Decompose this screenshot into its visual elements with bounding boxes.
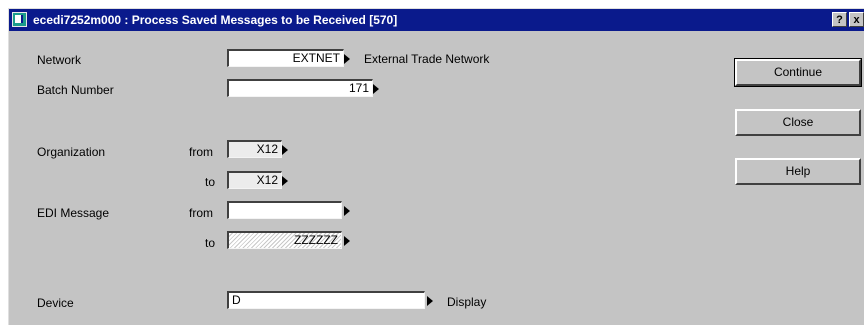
edi-message-to-field[interactable]: ZZZZZZ: [227, 231, 342, 249]
title-bar[interactable]: ecedi7252m000 : Process Saved Messages t…: [9, 9, 864, 31]
organization-to-zoom-arrow-icon[interactable]: [282, 176, 288, 186]
organization-from-label: from: [189, 145, 213, 159]
window-title: ecedi7252m000 : Process Saved Messages t…: [33, 13, 398, 27]
device-description: Display: [447, 295, 487, 309]
continue-button[interactable]: Continue: [734, 58, 862, 87]
help-button[interactable]: Help: [735, 158, 861, 185]
title-close-button[interactable]: x: [849, 12, 864, 27]
edi-message-from-zoom-arrow-icon[interactable]: [344, 206, 350, 216]
network-zoom-arrow-icon[interactable]: [344, 54, 350, 64]
organization-to-field[interactable]: X12: [227, 171, 282, 189]
device-field[interactable]: D: [227, 291, 425, 309]
network-label: Network: [37, 53, 82, 67]
organization-from-field[interactable]: X12: [227, 140, 282, 158]
network-field[interactable]: EXTNET: [227, 49, 344, 67]
organization-from-zoom-arrow-icon[interactable]: [282, 145, 288, 155]
title-help-button[interactable]: ?: [832, 12, 847, 27]
dialog-window: ecedi7252m000 : Process Saved Messages t…: [8, 8, 864, 325]
close-button[interactable]: Close: [735, 109, 861, 136]
edi-message-label: EDI Message: [37, 206, 110, 220]
edi-message-from-field[interactable]: [227, 201, 342, 219]
organization-to-label: to: [205, 175, 216, 189]
batch-number-zoom-arrow-icon[interactable]: [373, 84, 379, 94]
batch-number-label: Batch Number: [37, 83, 114, 97]
edi-message-to-label: to: [205, 236, 216, 250]
app-icon: [12, 12, 27, 27]
batch-number-field[interactable]: 171: [227, 79, 373, 97]
edi-message-from-label: from: [189, 206, 213, 220]
organization-label: Organization: [37, 145, 106, 159]
network-description: External Trade Network: [364, 52, 490, 66]
device-zoom-arrow-icon[interactable]: [427, 296, 433, 306]
edi-message-to-zoom-arrow-icon[interactable]: [344, 236, 350, 246]
device-label: Device: [37, 296, 74, 310]
